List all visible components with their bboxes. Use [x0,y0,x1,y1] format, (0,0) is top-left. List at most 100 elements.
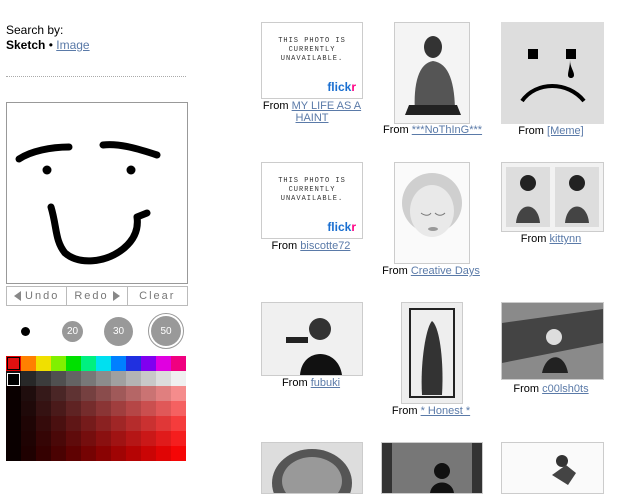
color-swatch[interactable] [6,416,21,431]
color-swatch[interactable] [111,356,126,371]
color-swatch[interactable] [81,431,96,446]
color-swatch[interactable] [141,431,156,446]
color-swatch[interactable] [66,356,81,371]
color-swatch[interactable] [51,386,66,401]
result-thumb-photo[interactable] [401,302,463,404]
color-swatch[interactable] [126,431,141,446]
color-swatch[interactable] [126,401,141,416]
color-swatch[interactable] [81,401,96,416]
color-swatch[interactable] [126,446,141,461]
color-swatch[interactable] [111,371,126,386]
color-swatch[interactable] [96,356,111,371]
color-swatch[interactable] [51,401,66,416]
color-swatch[interactable] [51,446,66,461]
result-thumb-photo[interactable] [394,162,470,264]
color-swatch[interactable] [141,356,156,371]
color-swatch[interactable] [171,416,186,431]
color-swatch[interactable] [126,386,141,401]
color-swatch[interactable] [66,431,81,446]
result-source-link[interactable]: kittynn [549,233,581,245]
color-swatch[interactable] [141,446,156,461]
color-swatch[interactable] [36,371,51,386]
color-swatch[interactable] [81,386,96,401]
color-swatch[interactable] [96,386,111,401]
color-swatch[interactable] [66,386,81,401]
color-swatch[interactable] [171,371,186,386]
image-mode-link[interactable]: Image [56,38,89,52]
color-swatch[interactable] [36,356,51,371]
color-swatch[interactable] [6,401,21,416]
color-swatch[interactable] [141,371,156,386]
result-source-link[interactable]: ***NoThInG*** [412,124,482,136]
result-source-link[interactable]: fubuki [311,377,340,389]
color-swatch[interactable] [96,446,111,461]
result-thumb-photo[interactable] [261,442,363,494]
color-swatch[interactable] [171,446,186,461]
color-swatch[interactable] [36,401,51,416]
color-swatch[interactable] [111,446,126,461]
color-swatch[interactable] [81,446,96,461]
color-swatch[interactable] [96,401,111,416]
redo-button[interactable]: Redo [67,287,128,305]
color-swatch[interactable] [6,431,21,446]
result-source-link[interactable]: [Meme] [547,125,584,137]
brush-size-30[interactable]: 30 [104,317,133,346]
undo-button[interactable]: Undo [7,287,68,305]
color-swatch[interactable] [156,446,171,461]
color-swatch[interactable] [111,401,126,416]
color-swatch[interactable] [51,356,66,371]
result-thumb-photo[interactable] [394,22,470,124]
result-thumb-photo[interactable] [501,442,604,494]
sketch-canvas[interactable] [6,102,188,284]
result-thumb-photo[interactable] [501,22,604,124]
brush-size-small[interactable] [21,327,30,336]
color-swatch[interactable] [141,401,156,416]
color-swatch[interactable] [81,416,96,431]
color-swatch[interactable] [21,356,36,371]
color-swatch[interactable] [36,416,51,431]
color-swatch[interactable] [126,356,141,371]
color-swatch[interactable] [51,416,66,431]
color-swatch[interactable] [111,431,126,446]
color-swatch[interactable] [156,356,171,371]
result-thumb-unavailable[interactable]: THIS PHOTO IS CURRENTLY UNAVAILABLE. fli… [261,22,363,99]
color-swatch[interactable] [36,386,51,401]
color-swatch[interactable] [126,416,141,431]
result-thumb-photo[interactable] [501,162,604,232]
brush-size-50[interactable]: 50 [151,316,181,346]
result-thumb-unavailable[interactable]: THIS PHOTO IS CURRENTLY UNAVAILABLE. fli… [261,162,363,239]
color-swatch[interactable] [126,371,141,386]
color-swatch[interactable] [156,371,171,386]
color-swatch[interactable] [171,401,186,416]
color-swatch[interactable] [66,401,81,416]
color-swatch[interactable] [156,386,171,401]
result-source-link[interactable]: * Honest * [421,405,471,417]
color-swatch[interactable] [156,416,171,431]
color-swatch[interactable] [51,431,66,446]
color-swatch[interactable] [141,386,156,401]
result-source-link[interactable]: Creative Days [411,265,480,277]
result-source-link[interactable]: c00lsh0ts [542,383,588,395]
color-swatch[interactable] [21,431,36,446]
color-swatch[interactable] [96,416,111,431]
color-swatch[interactable] [171,386,186,401]
color-swatch[interactable] [111,416,126,431]
color-swatch[interactable] [66,446,81,461]
color-swatch[interactable] [51,371,66,386]
result-source-link[interactable]: biscotte72 [300,240,350,252]
result-thumb-photo[interactable] [501,302,604,380]
color-swatch[interactable] [66,371,81,386]
color-swatch[interactable] [156,431,171,446]
color-palette[interactable] [6,356,186,462]
color-swatch[interactable] [171,356,186,371]
color-swatch[interactable] [156,401,171,416]
color-swatch[interactable] [21,386,36,401]
result-thumb-photo[interactable] [261,302,363,376]
color-swatch[interactable] [66,416,81,431]
color-swatch[interactable] [6,446,21,461]
color-swatch[interactable] [36,446,51,461]
brush-size-20[interactable]: 20 [62,321,83,342]
result-source-link[interactable]: MY LIFE AS A HAINT [292,100,362,124]
color-swatch[interactable] [111,386,126,401]
color-swatch[interactable] [21,446,36,461]
